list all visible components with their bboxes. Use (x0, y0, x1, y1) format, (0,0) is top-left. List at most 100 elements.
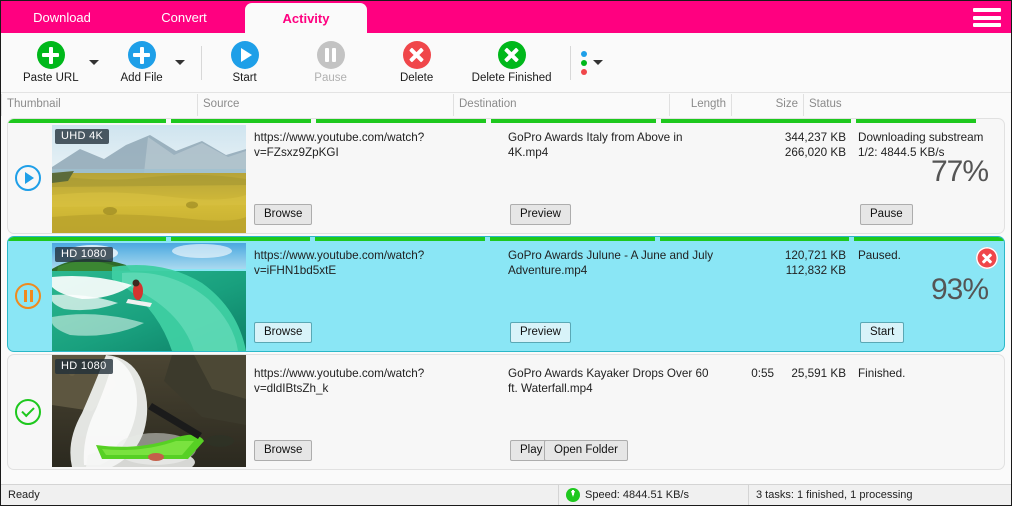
status-text: Finished. (858, 367, 906, 380)
status-ready-text: Ready (8, 489, 40, 501)
thumbnail-cell: HD 1080 (48, 355, 246, 469)
chevron-down-icon (174, 60, 185, 65)
status-cell: Finished. (852, 355, 1004, 469)
status-speed-text: Speed: 4844.51 KB/s (585, 489, 689, 501)
pause-ring-icon[interactable] (15, 283, 41, 309)
destination-cell: GoPro Awards Julune - A June and July Ad… (502, 241, 718, 351)
status-bar: Ready Speed: 4844.51 KB/s 3 tasks: 1 fin… (1, 484, 1011, 505)
length-cell: 0:55 (718, 355, 780, 469)
hamburger-line (973, 15, 1001, 20)
browse-button[interactable]: Browse (254, 322, 313, 343)
source-cell: https://www.youtube.com/watch?v=dldIBtsZ… (246, 355, 502, 469)
progress-percent: 77% (930, 155, 989, 188)
hamburger-line (973, 23, 1001, 27)
chevron-down-icon (592, 60, 603, 65)
column-header-thumbnail[interactable]: Thumbnail (1, 94, 197, 116)
tab-download-label: Download (33, 9, 91, 25)
length-cell (718, 241, 780, 351)
toolbar: Paste URL Add File Start Pause Delete De… (1, 33, 1011, 93)
source-url: https://www.youtube.com/watch?v=FZsxz9Zp… (254, 131, 425, 159)
size-total: 25,591 KB (791, 367, 846, 380)
row-state-cell (8, 123, 48, 233)
plus-circle-blue-icon (127, 41, 156, 69)
paste-url-label: Paste URL (23, 72, 79, 84)
delete-finished-button[interactable]: Delete Finished (464, 35, 560, 91)
size-cell: 120,721 KB 112,832 KB (780, 241, 852, 351)
play-circle-blue-icon (230, 41, 259, 69)
progress-percent: 93% (930, 273, 989, 306)
x-circle-red-icon (402, 41, 431, 69)
pause-circle-grey-icon (316, 41, 345, 69)
check-ring-icon[interactable] (15, 399, 41, 425)
status-text: Paused. (858, 249, 901, 262)
table-row[interactable]: UHD 4K https://www.youtube.com/watch?v=F… (7, 118, 1005, 234)
status-tasks-text: 3 tasks: 1 finished, 1 processing (756, 489, 913, 501)
length-value: 0:55 (751, 367, 774, 380)
delete-finished-label: Delete Finished (471, 72, 552, 84)
tab-activity[interactable]: Activity (245, 3, 367, 33)
paste-url-dropdown-caret[interactable] (83, 35, 105, 91)
column-header-status[interactable]: Status (803, 94, 973, 116)
task-list[interactable]: UHD 4K https://www.youtube.com/watch?v=F… (1, 116, 1011, 484)
size-downloaded: 112,832 KB (785, 264, 846, 277)
add-file-label: Add File (120, 72, 163, 84)
hamburger-icon[interactable] (973, 8, 1001, 27)
quality-badge: UHD 4K (55, 129, 110, 144)
column-header-length[interactable]: Length (669, 94, 731, 116)
start-row-button[interactable]: Start (860, 322, 905, 343)
pause-button[interactable]: Pause (298, 35, 364, 91)
start-button[interactable]: Start (212, 35, 278, 91)
paste-url-button[interactable]: Paste URL (19, 35, 83, 91)
pause-label: Pause (314, 72, 347, 84)
tab-convert-label: Convert (161, 9, 207, 25)
thumbnail-cell: UHD 4K (48, 123, 246, 233)
status-speed-segment: Speed: 4844.51 KB/s (559, 485, 749, 505)
thumbnail-cell: HD 1080 (48, 241, 246, 351)
open-folder-button[interactable]: Open Folder (544, 440, 628, 461)
hamburger-line (973, 8, 1001, 12)
browse-button[interactable]: Browse (254, 204, 313, 225)
destination-cell: GoPro Awards Italy from Above in 4K.mp4 … (502, 123, 718, 233)
column-header-row: Thumbnail Source Destination Length Size… (1, 94, 1011, 116)
table-row[interactable]: HD 1080 https://www.youtube.com/watch?v=… (7, 236, 1005, 352)
row-state-cell (8, 241, 48, 351)
preview-button[interactable]: Preview (510, 204, 571, 225)
tab-download[interactable]: Download (1, 1, 123, 33)
toolbar-divider (200, 45, 202, 80)
preview-button[interactable]: Preview (510, 322, 571, 343)
start-label: Start (232, 72, 257, 84)
tab-convert[interactable]: Convert (123, 1, 245, 33)
column-header-size[interactable]: Size (731, 94, 803, 116)
quality-badge: HD 1080 (55, 247, 113, 262)
add-file-button[interactable]: Add File (115, 35, 169, 91)
size-cell: 344,237 KB 266,020 KB (780, 123, 852, 233)
destination-filename: GoPro Awards Julune - A June and July Ad… (508, 249, 714, 277)
more-menu-dropdown-caret[interactable] (587, 35, 609, 91)
browse-button[interactable]: Browse (254, 440, 313, 461)
add-file-dropdown-caret[interactable] (169, 35, 191, 91)
status-tasks-segment: 3 tasks: 1 finished, 1 processing (749, 485, 1011, 505)
column-header-source[interactable]: Source (197, 94, 453, 116)
status-cell: Paused. 93% Start (852, 241, 1004, 351)
download-arrow-icon (566, 488, 580, 502)
table-row[interactable]: HD 1080 https://www.youtube.com/watch?v=… (7, 354, 1005, 470)
plus-circle-green-icon (36, 41, 65, 69)
size-cell: 25,591 KB (780, 355, 852, 469)
tab-strip: Download Convert Activity (1, 1, 1011, 33)
delete-button[interactable]: Delete (384, 35, 450, 91)
source-cell: https://www.youtube.com/watch?v=FZsxz9Zp… (246, 123, 502, 233)
app-window: Download Convert Activity Paste URL Add … (0, 0, 1012, 506)
pause-row-button[interactable]: Pause (860, 204, 913, 225)
close-circle-red-icon[interactable] (976, 247, 998, 269)
quality-badge: HD 1080 (55, 359, 113, 374)
play-ring-icon[interactable] (15, 165, 41, 191)
destination-cell: GoPro Awards Kayaker Drops Over 60 ft. W… (502, 355, 718, 469)
column-header-destination[interactable]: Destination (453, 94, 669, 116)
chevron-down-icon (88, 60, 99, 65)
destination-filename: GoPro Awards Kayaker Drops Over 60 ft. W… (508, 367, 709, 395)
x-circle-green-icon (497, 41, 526, 69)
delete-label: Delete (399, 72, 434, 84)
tab-activity-label: Activity (282, 10, 330, 26)
size-downloaded: 266,020 KB (784, 146, 846, 159)
source-cell: https://www.youtube.com/watch?v=iFHN1bd5… (246, 241, 502, 351)
